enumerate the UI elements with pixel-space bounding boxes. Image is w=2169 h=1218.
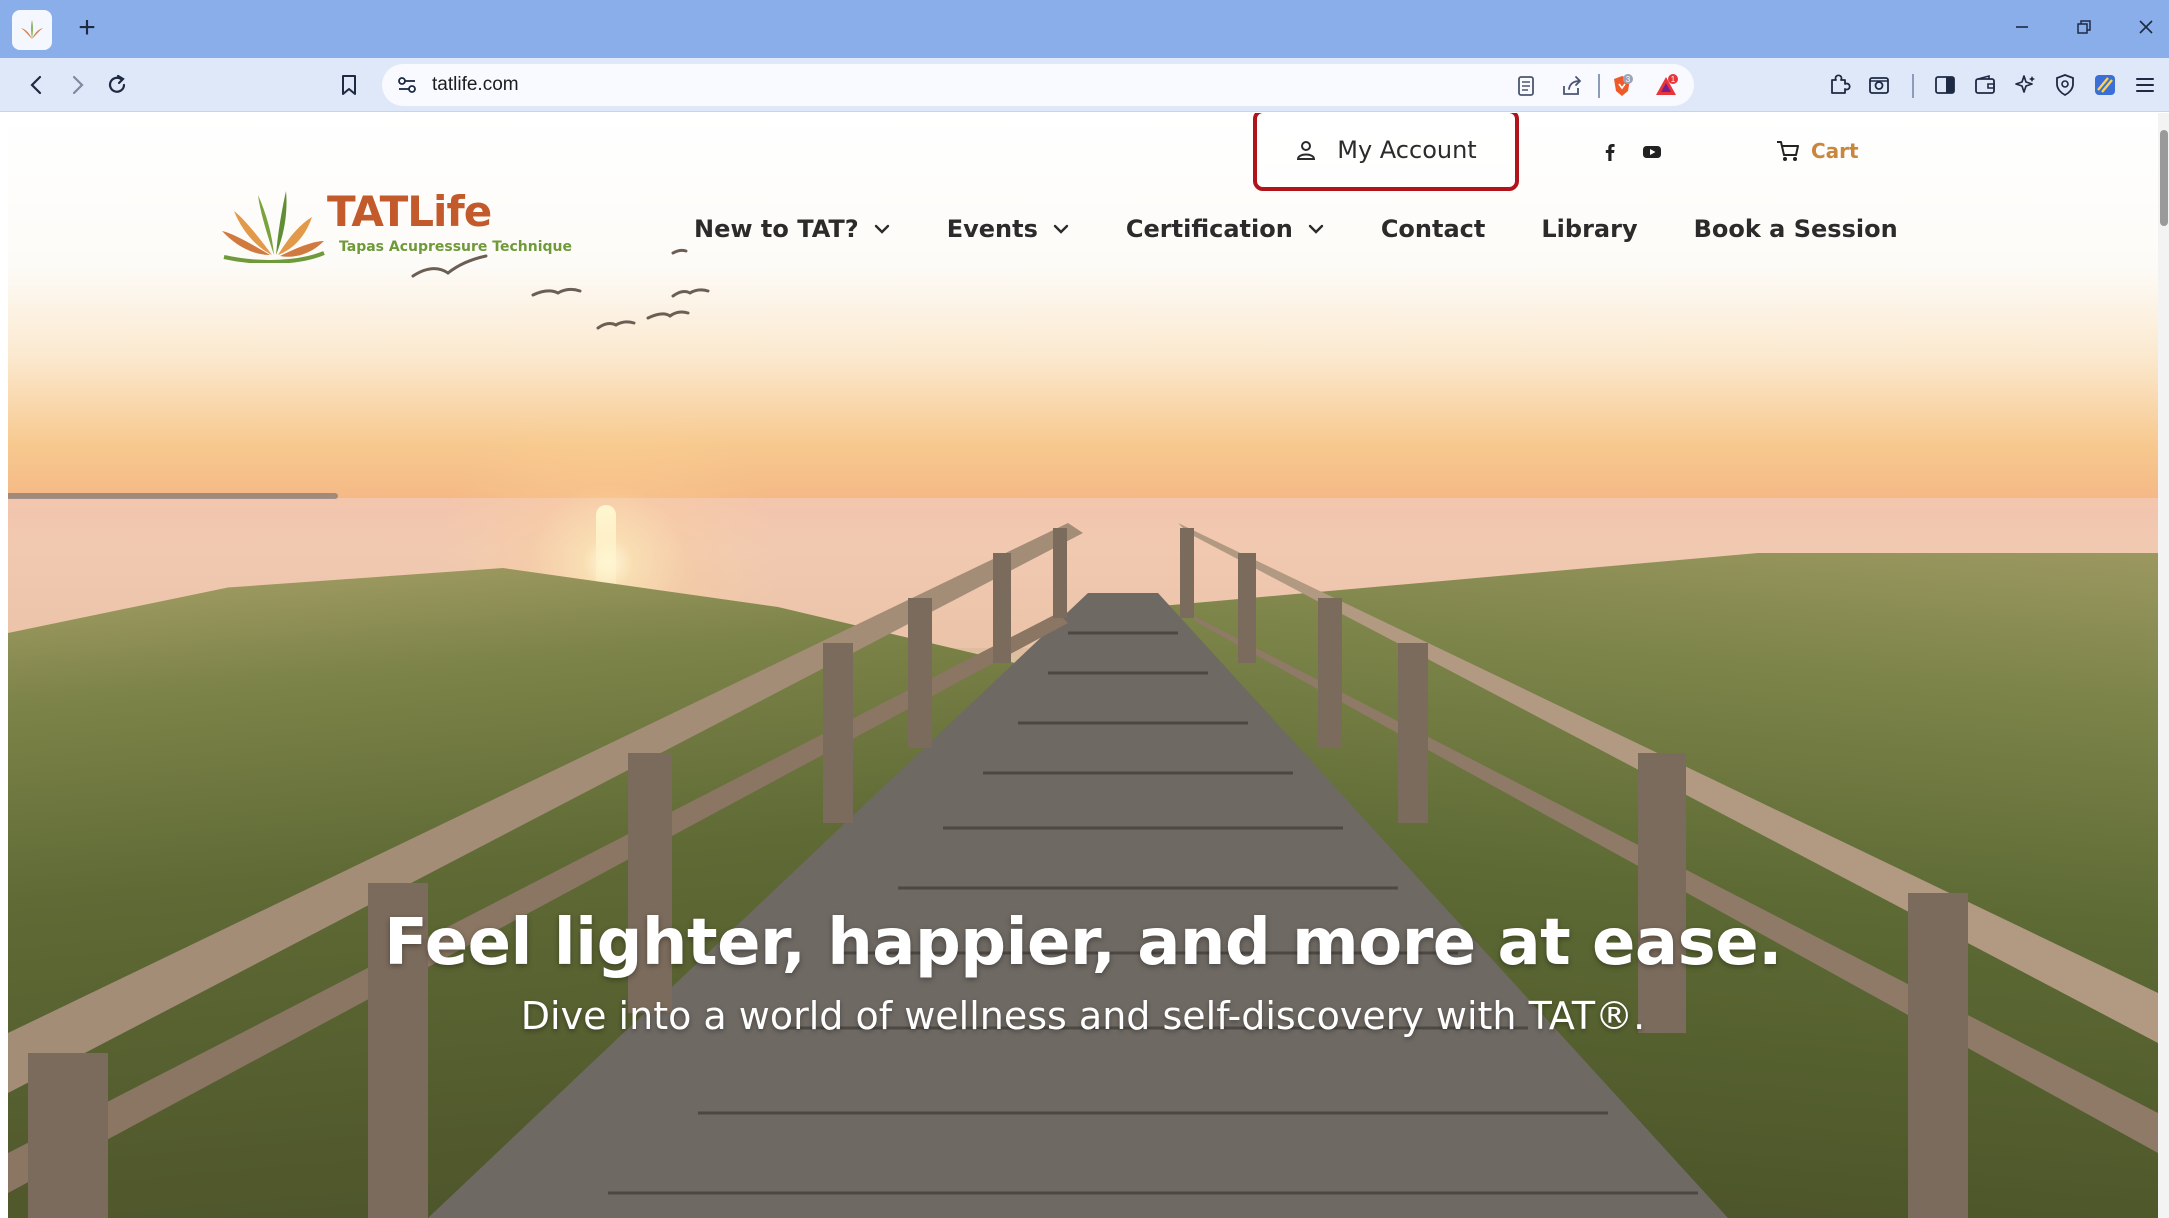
minimize-icon — [2016, 26, 2028, 28]
minimize-button[interactable] — [2004, 12, 2040, 46]
wallet-icon — [1975, 74, 1995, 94]
my-account-label: My Account — [1337, 136, 1477, 164]
nav-new-to-tat[interactable]: New to TAT? — [694, 215, 891, 243]
new-tab-button[interactable]: + — [70, 12, 104, 46]
nav-label: Certification — [1125, 215, 1293, 243]
cart-link[interactable]: Cart — [1775, 133, 1859, 169]
lion-shield-icon: 3 — [1614, 74, 1633, 96]
shield-icon — [2056, 74, 2074, 97]
close-window-button[interactable] — [2128, 12, 2164, 46]
puzzle-icon — [1831, 74, 1851, 94]
back-button[interactable] — [20, 68, 54, 102]
bookmark-icon — [342, 75, 356, 95]
wallet-button[interactable] — [1968, 68, 2002, 102]
screenshot-icon — [1869, 77, 1889, 94]
url-separator — [1598, 74, 1600, 98]
rewards-button[interactable]: 1 — [1652, 72, 1680, 100]
share-icon — [1563, 76, 1582, 95]
nav-events[interactable]: Events — [947, 215, 1070, 243]
shopping-cart-icon — [1777, 141, 1799, 161]
chevron-down-icon — [1053, 224, 1069, 234]
rewards-triangle-icon: 1 — [1656, 74, 1678, 95]
toolbar-separator — [1912, 74, 1914, 98]
restore-button[interactable] — [2066, 12, 2102, 46]
close-icon — [2139, 20, 2153, 34]
shields-button[interactable]: 3 — [1608, 72, 1636, 100]
rewards-badge: 1 — [1671, 75, 1676, 84]
share-button[interactable] — [1558, 72, 1586, 100]
facebook-icon — [1605, 144, 1615, 161]
hamburger-menu-icon — [2136, 78, 2154, 92]
sparkle-icon — [2015, 75, 2035, 93]
reader-mode-button[interactable] — [1512, 72, 1540, 100]
logo-title: TATLife — [327, 187, 492, 236]
youtube-icon — [1643, 146, 1661, 158]
page-scrollbar[interactable] — [2158, 113, 2169, 1218]
site-favicon-icon — [21, 20, 43, 39]
sidebar-icon — [1935, 76, 1955, 94]
nav-label: Library — [1541, 215, 1638, 243]
browser-titlebar: + — [0, 0, 2169, 58]
nav-label: Contact — [1380, 215, 1486, 243]
vpn-button[interactable] — [2048, 68, 2082, 102]
nav-book-a-session[interactable]: Book a Session — [1694, 215, 1898, 243]
user-icon — [1297, 141, 1316, 160]
chevron-down-icon — [874, 224, 889, 234]
sidebar-button[interactable] — [1928, 68, 1962, 102]
active-tab[interactable] — [12, 10, 52, 50]
web-page: Feel lighter, happier, and more at ease.… — [8, 113, 2158, 1218]
menu-button[interactable] — [2128, 68, 2162, 102]
nav-label: Events — [946, 215, 1038, 243]
nav-library[interactable]: Library — [1541, 215, 1637, 243]
forward-arrow-icon — [72, 75, 84, 95]
facebook-link[interactable] — [1595, 137, 1625, 167]
page-scrollbar-thumb[interactable] — [2160, 130, 2168, 226]
extensions-button[interactable] — [1822, 68, 1856, 102]
nav-label: New to TAT? — [694, 215, 859, 243]
reload-icon — [108, 74, 126, 93]
my-account-link[interactable]: My Account — [1253, 113, 1519, 191]
youtube-link[interactable] — [1637, 137, 1667, 167]
hero-subheadline: Dive into a world of wellness and self-d… — [520, 994, 1646, 1038]
nav-contact[interactable]: Contact — [1381, 215, 1486, 243]
main-nav: New to TAT? Events Certification Contact… — [694, 209, 1954, 249]
lotus-logo-icon — [222, 191, 325, 263]
address-bar[interactable]: tatlife.com 3 1 — [382, 64, 1694, 106]
hero-headline: Feel lighter, happier, and more at ease. — [384, 906, 1782, 980]
restore-icon — [2077, 20, 2091, 34]
url-text[interactable]: tatlife.com — [432, 64, 519, 106]
logo-subtitle: Tapas Acupressure Technique — [339, 239, 572, 255]
extension-stripes-button[interactable] — [2088, 68, 2122, 102]
site-header: My Account Cart TATLife Tapas Acupressur… — [8, 113, 2158, 303]
shields-badge: 3 — [1626, 75, 1631, 84]
reload-button[interactable] — [100, 68, 134, 102]
leo-ai-button[interactable] — [2008, 68, 2042, 102]
reader-mode-icon — [1518, 76, 1534, 96]
site-logo[interactable]: TATLife Tapas Acupressure Technique — [220, 183, 572, 263]
bookmark-button[interactable] — [332, 68, 366, 102]
stripes-extension-icon — [2095, 75, 2115, 95]
back-arrow-icon — [30, 75, 42, 95]
nav-label: Book a Session — [1693, 215, 1898, 243]
screenshot-button[interactable] — [1862, 68, 1896, 102]
forward-button[interactable] — [60, 68, 94, 102]
chevron-down-icon — [1308, 224, 1324, 234]
nav-certification[interactable]: Certification — [1126, 215, 1325, 243]
browser-toolbar: tatlife.com 3 1 — [0, 58, 2169, 112]
cart-label: Cart — [1811, 139, 1859, 163]
site-settings-icon[interactable] — [394, 72, 420, 98]
